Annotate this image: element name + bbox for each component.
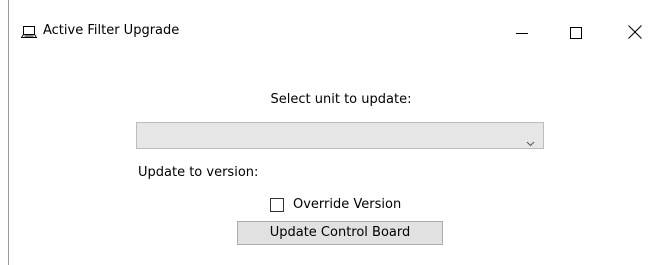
update-version-label: Update to version:: [138, 164, 258, 182]
update-version-label-text: Update to version:: [138, 165, 259, 180]
override-version-checkbox-row[interactable]: Override Version: [270, 196, 401, 214]
close-icon: [628, 24, 642, 43]
override-version-checkbox[interactable]: [270, 198, 284, 212]
unit-dropdown[interactable]: [136, 122, 544, 149]
maximize-button[interactable]: [553, 4, 599, 62]
close-button[interactable]: [612, 4, 658, 62]
laptop-icon: [20, 24, 38, 40]
minimize-button[interactable]: [499, 4, 545, 62]
override-version-label[interactable]: Override Version: [293, 196, 401, 214]
maximize-icon: [570, 24, 582, 43]
minimize-icon: [516, 24, 528, 43]
title-bar[interactable]: Active Filter Upgrade: [9, 2, 658, 62]
active-filter-upgrade-window: Active Filter Upgrade Select unit to upd…: [0, 0, 658, 265]
window-title: Active Filter Upgrade: [43, 23, 180, 38]
update-control-board-button[interactable]: Update Control Board: [237, 221, 443, 245]
select-unit-label: Select unit to update:: [270, 92, 412, 107]
form-content: Select unit to update: Update to version…: [9, 62, 658, 265]
chevron-down-icon: [526, 132, 535, 147]
